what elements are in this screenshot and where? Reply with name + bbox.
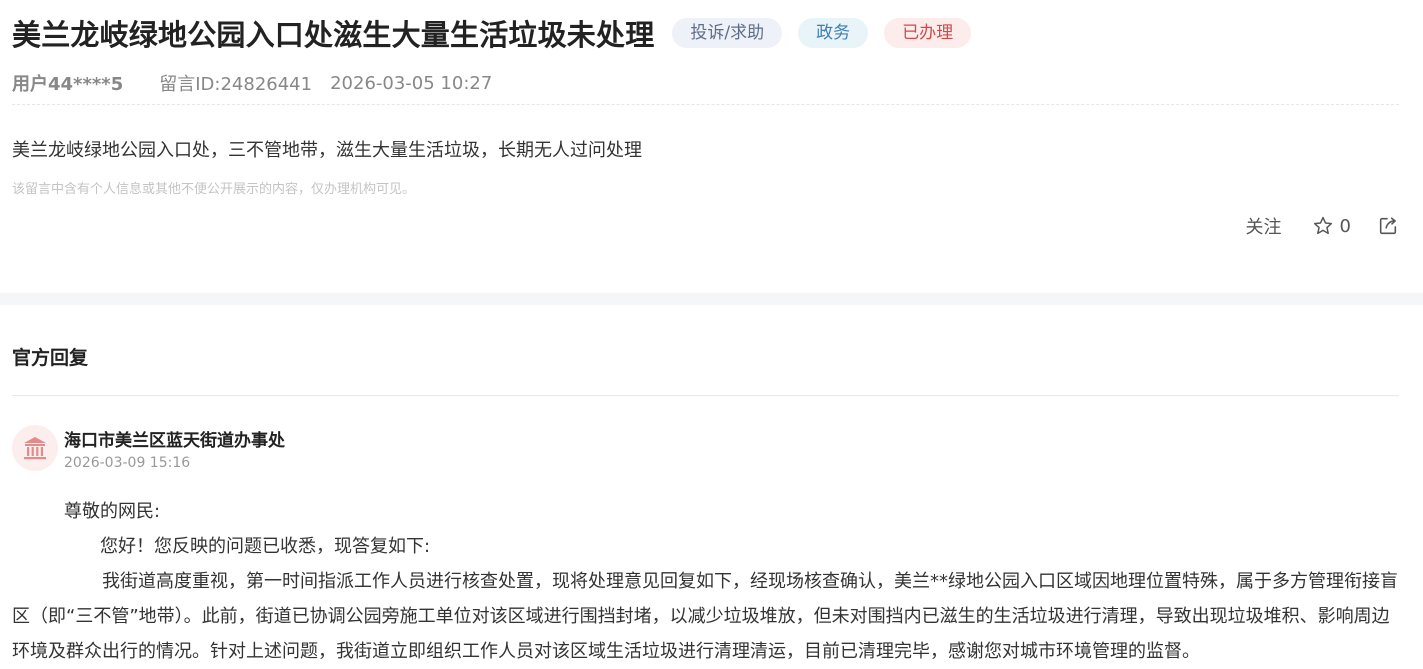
- username: 用户44****5: [12, 74, 124, 95]
- reply-body: 尊敬的网民: 您好！您反映的问题已收悉，现答复如下: 我街道高度重视，第一时间指…: [12, 494, 1399, 669]
- post-datetime: 2026-03-05 10:27: [330, 72, 493, 94]
- section-separator: [0, 293, 1423, 305]
- reply-heading: 官方回复: [12, 347, 89, 369]
- official-reply-section: 官方回复 海口市美兰区蓝天街道办事处 2026-03-09 15:16 尊敬的网…: [0, 305, 1423, 669]
- reply-greeting: 您好！您反映的问题已收悉，现答复如下:: [100, 536, 431, 557]
- reply-salutation: 尊敬的网民:: [64, 501, 161, 522]
- post-content: 美兰龙岐绿地公园入口处，三不管地带，滋生大量生活垃圾，长期无人过问处理: [12, 140, 642, 161]
- reply-divider: [12, 395, 1399, 396]
- post-actions: 关注 0: [1246, 213, 1399, 239]
- title-row: 美兰龙岐绿地公园入口处滋生大量生活垃圾未处理 投诉/求助 政务 已办理: [12, 12, 972, 54]
- privacy-notice: 该留言中含有个人信息或其他不便公开展示的内容，仅办理机构可见。: [12, 182, 416, 197]
- post-meta: 用户44****5 留言ID:24826441 2026-03-05 10:27: [12, 70, 492, 96]
- favorite-button[interactable]: 0: [1312, 215, 1351, 237]
- star-icon: [1313, 216, 1332, 235]
- reply-datetime: 2026-03-09 15:16: [64, 455, 191, 471]
- follow-button[interactable]: 关注: [1246, 213, 1282, 239]
- government-building-icon: [24, 437, 46, 460]
- share-icon: [1379, 217, 1397, 235]
- favorite-count: 0: [1339, 215, 1351, 237]
- message-id: 留言ID:24826441: [159, 74, 313, 95]
- avatar: [12, 425, 58, 471]
- page-title: 美兰龙岐绿地公园入口处滋生大量生活垃圾未处理: [12, 18, 655, 52]
- meta-divider: [12, 104, 1399, 105]
- share-button[interactable]: [1377, 215, 1399, 237]
- reply-org-name: 海口市美兰区蓝天街道办事处: [64, 431, 285, 451]
- category-tag[interactable]: 投诉/求助: [672, 18, 783, 48]
- post-section: 美兰龙岐绿地公园入口处滋生大量生活垃圾未处理 投诉/求助 政务 已办理 用户44…: [0, 0, 1423, 293]
- department-tag[interactable]: 政务: [798, 18, 869, 48]
- status-badge: 已办理: [884, 18, 972, 48]
- reply-content: 我街道高度重视，第一时间指派工作人员进行核查处置，现将处理意见回复如下，经现场核…: [12, 571, 1398, 662]
